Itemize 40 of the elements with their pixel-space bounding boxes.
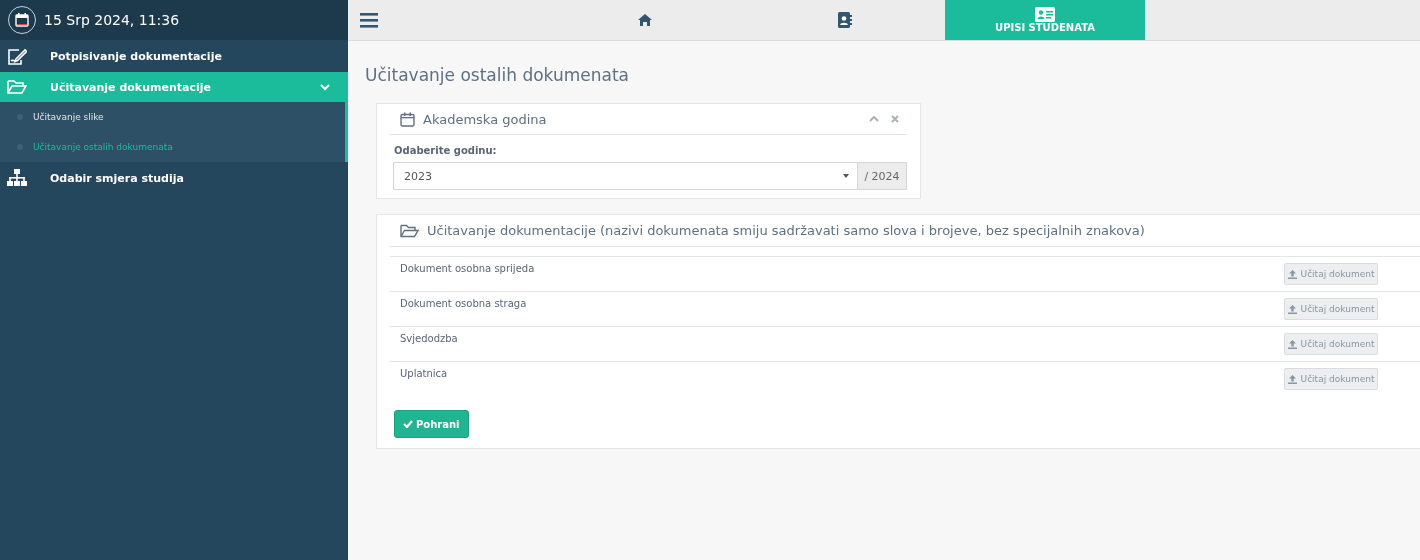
home-icon bbox=[638, 14, 652, 26]
calendar-icon bbox=[400, 111, 415, 127]
folder-icon bbox=[7, 79, 27, 95]
year-suffix: / 2024 bbox=[858, 162, 907, 190]
check-icon bbox=[403, 420, 413, 428]
menu-icon bbox=[360, 12, 378, 28]
upload-icon bbox=[1287, 269, 1297, 279]
panel-title: Učitavanje dokumentacije (nazivi dokumenata smiju sadržavati samo slova i brojeve, bez specijalnih znakova) bbox=[427, 223, 1146, 238]
pen-paper-icon bbox=[7, 47, 27, 65]
panel-title: Akademska godina bbox=[423, 111, 548, 127]
hierarchy-icon bbox=[7, 169, 27, 187]
save-button[interactable]: Pohrani bbox=[394, 410, 469, 438]
upload-button[interactable]: Učitaj dokument bbox=[1284, 263, 1378, 285]
folder-icon bbox=[400, 223, 419, 238]
chevron-down-icon bbox=[320, 83, 330, 91]
upload-icon bbox=[1287, 374, 1297, 384]
document-name: Uplatnica bbox=[400, 368, 449, 379]
upload-button[interactable]: Učitaj dokument bbox=[1284, 368, 1378, 390]
collapse-icon[interactable] bbox=[869, 115, 879, 122]
document-name: Dokument osobna straga bbox=[400, 298, 528, 309]
upload-button[interactable]: Učitaj dokument bbox=[1284, 298, 1378, 320]
field-label: Odaberite godinu: bbox=[394, 145, 498, 156]
upload-button[interactable]: Učitaj dokument bbox=[1284, 333, 1378, 355]
contact-book-icon bbox=[838, 12, 852, 28]
document-name: Svjedodzba bbox=[400, 333, 459, 344]
submenu-item[interactable]: Učitavanje ostalih dokumenata bbox=[0, 132, 345, 162]
page-title: Učitavanje ostalih dokumenata bbox=[365, 65, 630, 85]
close-icon[interactable] bbox=[891, 115, 899, 123]
upload-icon bbox=[1287, 304, 1297, 314]
sidebar-item[interactable]: Potpisivanje dokumentacije bbox=[0, 40, 348, 72]
sidebar-item[interactable]: Odabir smjera studija bbox=[0, 162, 348, 194]
caret-down-icon bbox=[843, 174, 849, 178]
upload-icon bbox=[1287, 339, 1297, 349]
date-time: 15 Srp 2024, 11:36 bbox=[44, 12, 180, 28]
submenu-item[interactable]: Učitavanje slike bbox=[0, 102, 345, 132]
id-card-icon bbox=[1035, 7, 1055, 22]
sidebar-item[interactable]: Učitavanje dokumentacije bbox=[0, 72, 348, 102]
nav-tab[interactable]: UPISI STUDENATA bbox=[945, 0, 1145, 40]
year-select[interactable]: 2023 bbox=[393, 162, 858, 190]
document-name: Dokument osobna sprijeda bbox=[400, 263, 536, 274]
